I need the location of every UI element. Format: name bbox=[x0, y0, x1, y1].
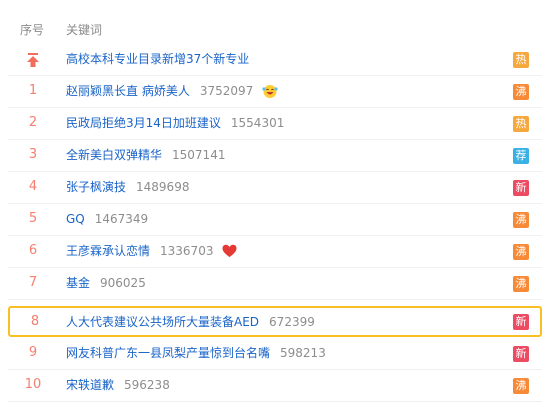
pin-top-icon bbox=[27, 53, 39, 67]
rank-number: 9 bbox=[28, 345, 38, 360]
rank-column-header: 序号 bbox=[20, 23, 45, 37]
keyword-cell: 民政局拒绝3月14日加班建议 1554301 bbox=[66, 108, 284, 138]
keyword-link[interactable]: 赵丽颖黑长直 病娇美人 bbox=[66, 84, 190, 98]
new-badge: 新 bbox=[513, 314, 529, 330]
keyword-cell: 宋轶道歉 596238 bbox=[66, 370, 170, 400]
keyword-link[interactable]: GQ bbox=[66, 212, 85, 226]
rank-number: 2 bbox=[28, 115, 38, 130]
search-count: 906025 bbox=[100, 276, 146, 290]
keyword-cell: 人大代表建议公共场所大量装备AED 672399 bbox=[66, 308, 315, 338]
rank-number: 1 bbox=[28, 83, 38, 98]
boil-badge: 沸 bbox=[513, 378, 529, 394]
keyword-cell: 赵丽颖黑长直 病娇美人 3752097 bbox=[66, 76, 278, 106]
rank-number: 7 bbox=[28, 275, 38, 290]
highlighted-list-item[interactable]: 8 人大代表建议公共场所大量装备AED 672399 新 bbox=[8, 306, 542, 337]
laughing-face-icon bbox=[262, 84, 278, 98]
list-item[interactable]: 1 赵丽颖黑长直 病娇美人 3752097 沸 bbox=[8, 76, 542, 108]
rank-number: 6 bbox=[28, 243, 38, 258]
recommend-badge: 荐 bbox=[513, 148, 529, 164]
pinned-row[interactable]: 高校本科专业目录新增37个新专业 热 bbox=[8, 44, 542, 76]
heart-icon bbox=[222, 244, 237, 257]
boil-badge: 沸 bbox=[513, 84, 529, 100]
hot-badge: 热 bbox=[513, 52, 529, 68]
keyword-link[interactable]: 全新美白双弹精华 bbox=[66, 148, 162, 162]
pinned-keyword-link[interactable]: 高校本科专业目录新增37个新专业 bbox=[66, 52, 249, 66]
new-badge: 新 bbox=[513, 180, 529, 196]
keyword-link[interactable]: 王彦霖承认恋情 bbox=[66, 244, 150, 258]
rank-number: 5 bbox=[28, 211, 38, 226]
keyword-cell: 王彦霖承认恋情 1336703 bbox=[66, 236, 237, 266]
list-item[interactable]: 3 全新美白双弹精华 1507141 荐 bbox=[8, 140, 542, 172]
pinned-keyword-cell: 高校本科专业目录新增37个新专业 bbox=[66, 44, 249, 74]
list-item[interactable]: 5 GQ 1467349 沸 bbox=[8, 204, 542, 236]
search-count: 3752097 bbox=[199, 84, 254, 98]
keyword-cell: 张子枫演技 1489698 bbox=[66, 172, 189, 202]
rank-number: 8 bbox=[30, 314, 40, 329]
new-badge: 新 bbox=[513, 346, 529, 362]
hot-search-list: 序号 关键词 高校本科专业目录新增37个新专业 热 1 赵丽颖黑长直 病娇美人 3… bbox=[0, 0, 550, 403]
keyword-column-header: 关键词 bbox=[66, 23, 103, 37]
keyword-link[interactable]: 网友科普广东一县凤梨产量惊到台名嘴 bbox=[66, 346, 270, 360]
boil-badge: 沸 bbox=[513, 276, 529, 292]
list-item[interactable]: 6 王彦霖承认恋情 1336703 沸 bbox=[8, 236, 542, 268]
keyword-link[interactable]: 人大代表建议公共场所大量装备AED bbox=[66, 315, 259, 329]
rank-number: 10 bbox=[24, 377, 42, 392]
search-count: 598213 bbox=[280, 346, 326, 360]
search-count: 596238 bbox=[124, 378, 170, 392]
rank-number: 3 bbox=[28, 147, 38, 162]
list-item[interactable]: 9 网友科普广东一县凤梨产量惊到台名嘴 598213 新 bbox=[8, 338, 542, 370]
hot-badge: 热 bbox=[513, 116, 529, 132]
search-count: 1554301 bbox=[230, 116, 285, 130]
keyword-link[interactable]: 基金 bbox=[66, 276, 90, 290]
search-count: 1507141 bbox=[172, 148, 226, 162]
list-item[interactable]: 4 张子枫演技 1489698 新 bbox=[8, 172, 542, 204]
keyword-cell: GQ 1467349 bbox=[66, 204, 148, 234]
search-count: 1489698 bbox=[136, 180, 190, 194]
list-item[interactable]: 2 民政局拒绝3月14日加班建议 1554301 热 bbox=[8, 108, 542, 140]
search-count: 1336703 bbox=[160, 244, 214, 258]
rank-number: 4 bbox=[28, 179, 38, 194]
keyword-cell: 全新美白双弹精华 1507141 bbox=[66, 140, 225, 170]
keyword-link[interactable]: 民政局拒绝3月14日加班建议 bbox=[66, 116, 221, 130]
search-count: 1467349 bbox=[94, 212, 149, 226]
keyword-cell: 基金 906025 bbox=[66, 268, 146, 298]
list-item[interactable]: 10 宋轶道歉 596238 沸 bbox=[8, 370, 542, 402]
list-item[interactable]: 7 基金 906025 沸 bbox=[8, 268, 542, 300]
list-header: 序号 关键词 bbox=[0, 16, 550, 44]
keyword-link[interactable]: 张子枫演技 bbox=[66, 180, 126, 194]
boil-badge: 沸 bbox=[513, 244, 529, 260]
keyword-link[interactable]: 宋轶道歉 bbox=[66, 378, 114, 392]
search-count: 672399 bbox=[269, 315, 315, 329]
boil-badge: 沸 bbox=[513, 212, 529, 228]
keyword-cell: 网友科普广东一县凤梨产量惊到台名嘴 598213 bbox=[66, 338, 326, 368]
